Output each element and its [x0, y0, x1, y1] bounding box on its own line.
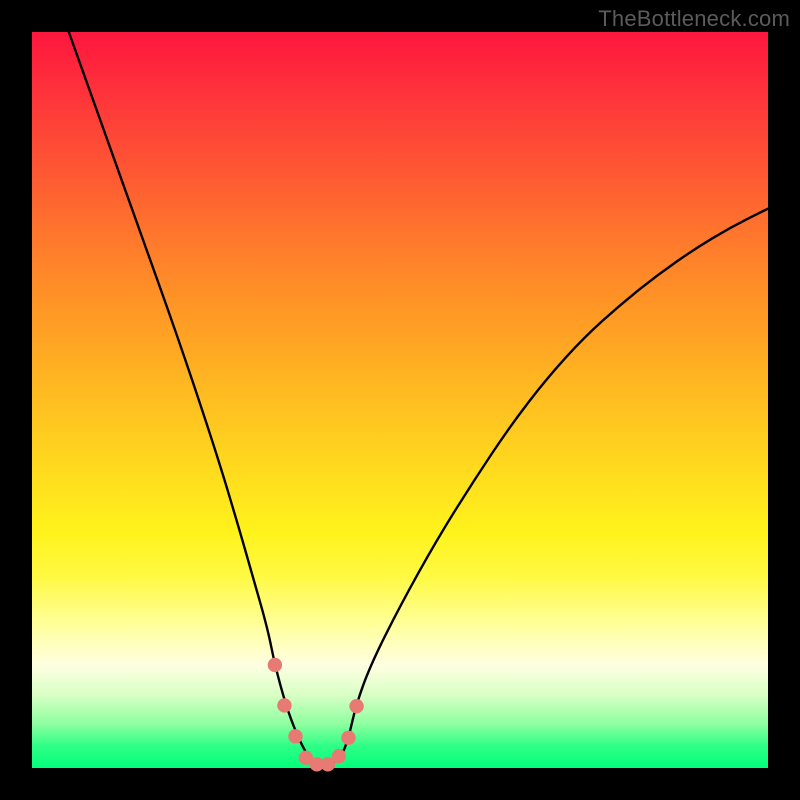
- watermark-text: TheBottleneck.com: [598, 6, 790, 32]
- plot-area: [32, 32, 768, 768]
- curve-marker: [268, 658, 282, 672]
- curve-marker: [332, 749, 346, 763]
- curve-svg: [32, 32, 768, 768]
- flat-region-markers: [268, 658, 364, 772]
- curve-marker: [277, 698, 291, 712]
- bottleneck-curve: [69, 32, 768, 764]
- curve-marker: [349, 699, 363, 713]
- chart-frame: TheBottleneck.com: [0, 0, 800, 800]
- curve-marker: [288, 729, 302, 743]
- curve-marker: [341, 731, 355, 745]
